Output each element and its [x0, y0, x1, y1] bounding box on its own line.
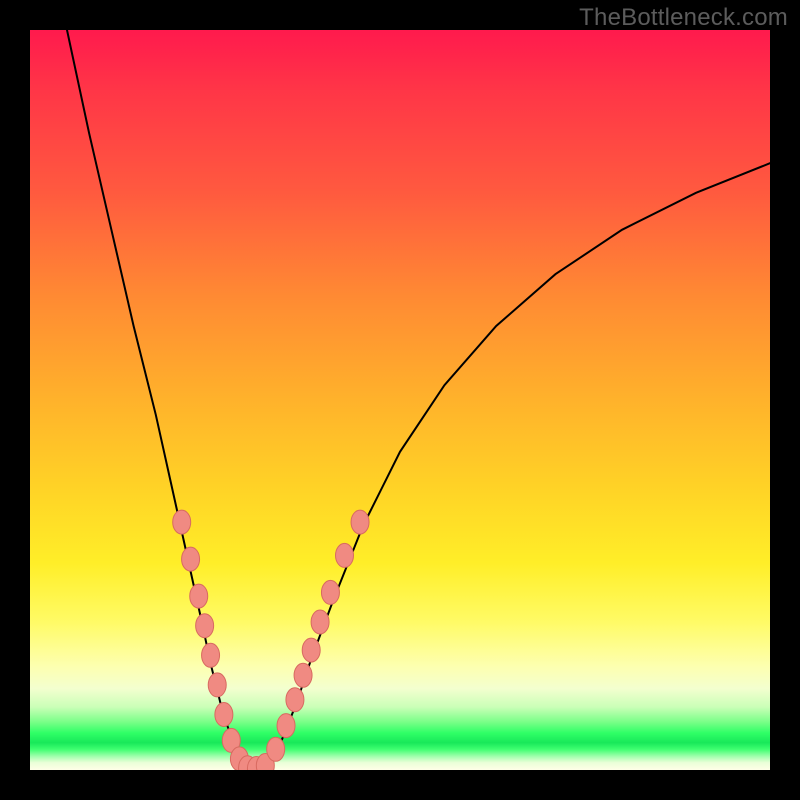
- bead-marker: [196, 614, 214, 638]
- bead-marker: [277, 714, 295, 738]
- plot-area: [30, 30, 770, 770]
- curve-layer: [30, 30, 770, 770]
- bead-marker: [202, 643, 220, 667]
- bead-marker: [215, 703, 233, 727]
- bead-marker: [302, 638, 320, 662]
- bead-marker: [190, 584, 208, 608]
- bead-marker: [286, 688, 304, 712]
- bead-marker: [267, 737, 285, 761]
- bead-marker: [311, 610, 329, 634]
- bottleneck-curve: [67, 30, 770, 770]
- bead-marker: [173, 510, 191, 534]
- bead-marker: [336, 543, 354, 567]
- watermark-text: TheBottleneck.com: [579, 4, 788, 32]
- bead-markers: [173, 510, 369, 770]
- bead-marker: [321, 580, 339, 604]
- bead-marker: [182, 547, 200, 571]
- bead-marker: [294, 663, 312, 687]
- bead-marker: [208, 673, 226, 697]
- chart-frame: TheBottleneck.com: [0, 0, 800, 800]
- bead-marker: [351, 510, 369, 534]
